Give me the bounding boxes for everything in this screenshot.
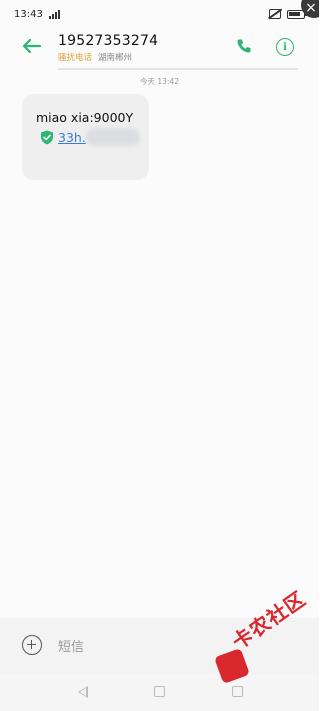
signal-icon: [48, 9, 60, 19]
spam-tag: 骚扰电话: [58, 53, 93, 63]
header-divider: [58, 68, 298, 70]
status-bar: 13:43: [0, 0, 319, 28]
message-bubble[interactable]: miao xia:9000Y 33h.: [22, 94, 149, 180]
nav-home-icon[interactable]: [154, 686, 165, 697]
watermark-logo-icon: [214, 648, 250, 684]
contact-number: 19527353274: [58, 33, 159, 49]
watermark: 卡农社区: [210, 586, 319, 692]
vibrate-off-icon: [269, 9, 281, 19]
message-input[interactable]: 短信: [58, 636, 84, 655]
phone-call-icon[interactable]: [236, 38, 252, 54]
contact-location: 湖南郴州: [98, 53, 133, 63]
sms-conversation-screen: 13:43 × 19527353274 骚扰电话 湖南郴州 i 今天 13:42…: [0, 0, 319, 711]
nav-back-icon[interactable]: [78, 686, 88, 698]
contact-info[interactable]: 19527353274 骚扰电话 湖南郴州: [58, 33, 158, 63]
conversation-header: 19527353274 骚扰电话 湖南郴州 i: [0, 28, 319, 70]
add-attachment-icon[interactable]: [22, 635, 42, 655]
info-icon[interactable]: i: [276, 38, 294, 56]
message-timestamp: 今天 13:42: [140, 77, 179, 86]
redacted-blur: [86, 128, 140, 146]
back-arrow-icon[interactable]: [22, 38, 42, 54]
verified-shield-icon: [41, 130, 53, 145]
status-time: 13:43: [14, 8, 43, 20]
message-link-row: 33h.: [40, 130, 86, 145]
message-link[interactable]: 33h.: [58, 130, 86, 145]
message-text: miao xia:9000Y: [36, 110, 134, 125]
